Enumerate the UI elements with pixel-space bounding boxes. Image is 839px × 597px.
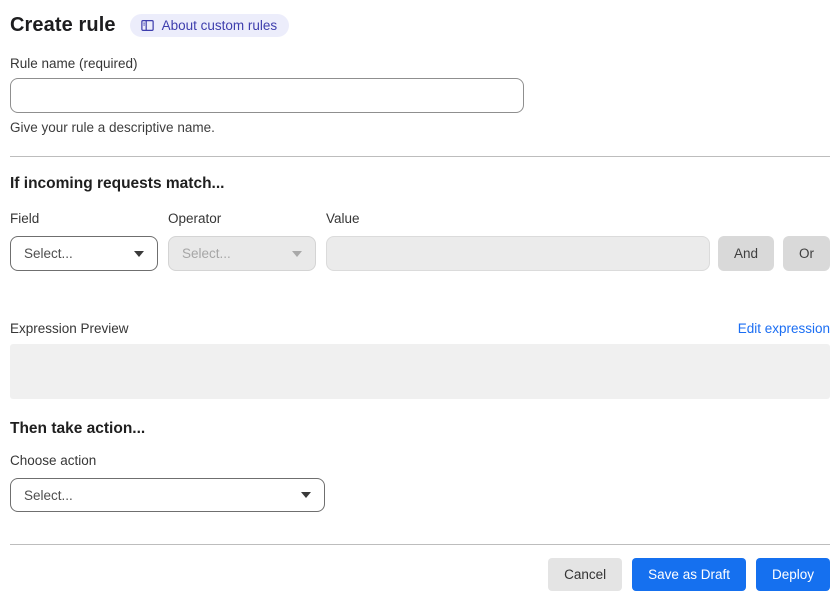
cancel-button[interactable]: Cancel bbox=[548, 558, 623, 591]
divider bbox=[10, 544, 830, 545]
field-select[interactable]: Select... bbox=[10, 236, 158, 271]
rule-name-helper-text: Give your rule a descriptive name. bbox=[10, 120, 215, 135]
expression-preview-header: Expression Preview Edit expression bbox=[10, 321, 830, 336]
page-header: Create rule About custom rules bbox=[10, 12, 830, 38]
deploy-button[interactable]: Deploy bbox=[755, 558, 830, 591]
operator-select[interactable]: Select... bbox=[168, 236, 316, 271]
value-label: Value bbox=[326, 211, 360, 226]
action-section-heading: Then take action... bbox=[10, 420, 146, 437]
footer-actions: Cancel Save as Draft Deploy bbox=[10, 558, 830, 591]
choose-action-select-value: Select... bbox=[24, 487, 73, 503]
and-or-buttons: And Or bbox=[718, 236, 830, 271]
choose-action-label: Choose action bbox=[10, 453, 97, 468]
divider bbox=[10, 156, 830, 157]
chevron-down-icon bbox=[292, 250, 302, 257]
expression-preview-label: Expression Preview bbox=[10, 321, 129, 336]
choose-action-select[interactable]: Select... bbox=[10, 478, 325, 512]
rule-name-label: Rule name (required) bbox=[10, 56, 138, 71]
operator-label: Operator bbox=[168, 211, 222, 226]
edit-expression-link[interactable]: Edit expression bbox=[738, 321, 830, 336]
save-as-draft-button[interactable]: Save as Draft bbox=[632, 558, 746, 591]
field-column: Field Select... bbox=[10, 211, 158, 271]
value-column: Value bbox=[326, 211, 710, 271]
field-select-value: Select... bbox=[24, 246, 73, 261]
value-input[interactable] bbox=[326, 236, 710, 271]
expression-preview-box bbox=[10, 344, 830, 399]
about-badge-label: About custom rules bbox=[161, 17, 278, 33]
match-section-heading: If incoming requests match... bbox=[10, 175, 225, 192]
about-custom-rules-badge[interactable]: About custom rules bbox=[129, 13, 290, 37]
or-button[interactable]: Or bbox=[783, 236, 830, 271]
chevron-down-icon bbox=[301, 492, 311, 498]
field-label: Field bbox=[10, 211, 40, 226]
page-title: Create rule bbox=[10, 13, 116, 36]
operator-select-value: Select... bbox=[182, 246, 231, 261]
chevron-down-icon bbox=[134, 250, 144, 257]
book-icon bbox=[140, 18, 155, 33]
operator-column: Operator Select... bbox=[168, 211, 316, 271]
rule-name-input[interactable] bbox=[10, 78, 524, 113]
and-button[interactable]: And bbox=[718, 236, 774, 271]
create-rule-form: Create rule About custom rules Rule name… bbox=[0, 0, 839, 591]
criteria-row: Field Select... Operator Select... Value… bbox=[10, 211, 830, 271]
